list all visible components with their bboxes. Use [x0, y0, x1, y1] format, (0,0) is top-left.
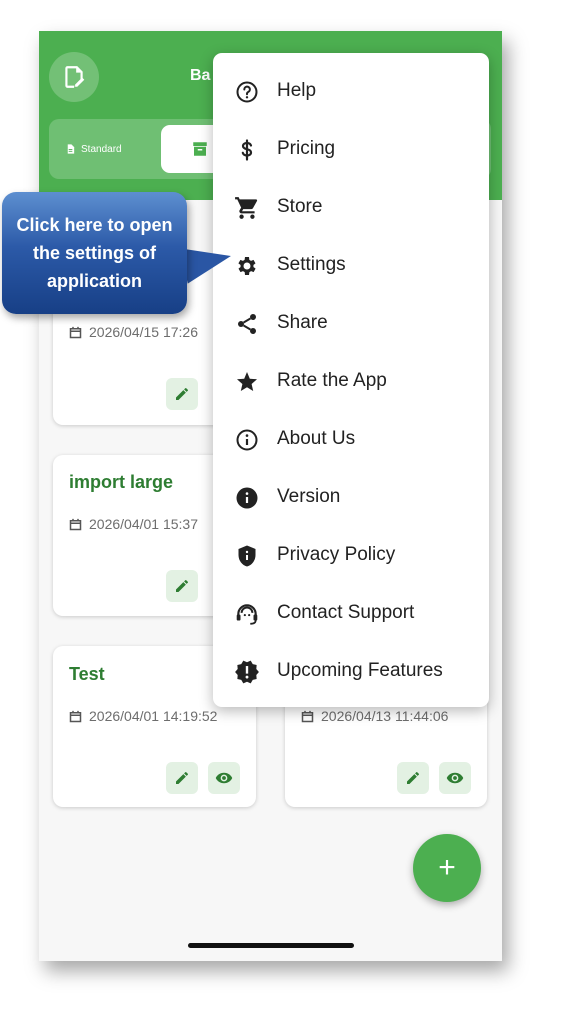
view-button[interactable] [439, 762, 471, 794]
card-title: Test [69, 664, 105, 684]
menu-item-label: Upcoming Features [277, 660, 443, 681]
callout-text: Click here to open the settings of appli… [16, 215, 173, 291]
eye-icon [446, 772, 464, 784]
dollar-icon [234, 137, 260, 163]
info-outline-icon [234, 427, 260, 453]
calendar-icon [69, 710, 82, 722]
plus-icon: + [438, 851, 456, 884]
add-note-button[interactable]: + [413, 834, 481, 902]
menu-item-pricing[interactable]: Pricing [213, 120, 489, 178]
calendar-icon [301, 710, 314, 722]
menu-item-contact-support[interactable]: Contact Support [213, 584, 489, 642]
edit-button[interactable] [166, 762, 198, 794]
menu-item-rate-app[interactable]: Rate the App [213, 352, 489, 410]
menu-item-version[interactable]: Version [213, 468, 489, 526]
menu-item-label: Help [277, 80, 317, 101]
menu-item-privacy-policy[interactable]: Privacy Policy [213, 526, 489, 584]
menu-item-store[interactable]: Store [213, 178, 489, 236]
pencil-icon [176, 387, 188, 400]
app-logo[interactable] [49, 52, 99, 102]
calendar-icon [69, 326, 82, 338]
new-releases-icon [234, 659, 260, 685]
note-edit-icon [65, 66, 85, 88]
menu-item-label: Share [277, 312, 328, 333]
support-agent-icon [234, 601, 260, 627]
help-circle-icon [234, 79, 260, 105]
tutorial-callout: Click here to open the settings of appli… [2, 192, 187, 314]
star-icon [234, 369, 260, 395]
menu-item-share[interactable]: Share [213, 294, 489, 352]
tab-standard[interactable]: Standard [65, 131, 165, 167]
home-indicator[interactable] [188, 943, 354, 948]
gear-icon [234, 253, 260, 279]
pencil-icon [407, 771, 419, 784]
menu-item-label: Version [277, 486, 341, 507]
menu-item-label: Store [277, 196, 323, 217]
info-filled-icon [234, 485, 260, 511]
card-date: 2026/04/01 15:37 [68, 516, 198, 532]
view-button[interactable] [208, 762, 240, 794]
card-date: 2026/04/01 14:19:52 [68, 708, 217, 724]
edit-button[interactable] [166, 378, 198, 410]
menu-item-upcoming-features[interactable]: Upcoming Features [213, 642, 489, 700]
archive-icon [193, 142, 207, 156]
menu-item-label: About Us [277, 428, 356, 449]
overflow-menu: Help Pricing Store Settings Share Rate t… [213, 53, 489, 707]
card-title: import large [69, 472, 174, 492]
document-icon [67, 144, 75, 154]
calendar-icon [69, 518, 82, 530]
menu-item-settings[interactable]: Settings [213, 236, 489, 294]
edit-button[interactable] [166, 570, 198, 602]
menu-item-label: Contact Support [277, 602, 415, 623]
menu-item-about-us[interactable]: About Us [213, 410, 489, 468]
menu-item-label: Privacy Policy [277, 544, 396, 565]
pencil-icon [176, 771, 188, 784]
menu-item-label: Settings [277, 254, 346, 275]
shield-icon [234, 543, 260, 569]
card-date: 2026/04/13 11:44:06 [300, 708, 448, 724]
card-date: 2026/04/15 17:26 [68, 324, 198, 340]
edit-button[interactable] [397, 762, 429, 794]
menu-item-help[interactable]: Help [213, 62, 489, 120]
pencil-icon [176, 579, 188, 592]
cart-icon [234, 195, 260, 221]
share-icon [234, 311, 260, 337]
tab-standard-label: Standard [81, 143, 122, 155]
menu-item-label: Rate the App [277, 370, 387, 391]
menu-item-label: Pricing [277, 138, 336, 159]
eye-icon [215, 772, 233, 784]
app-title: Ba [190, 67, 211, 84]
